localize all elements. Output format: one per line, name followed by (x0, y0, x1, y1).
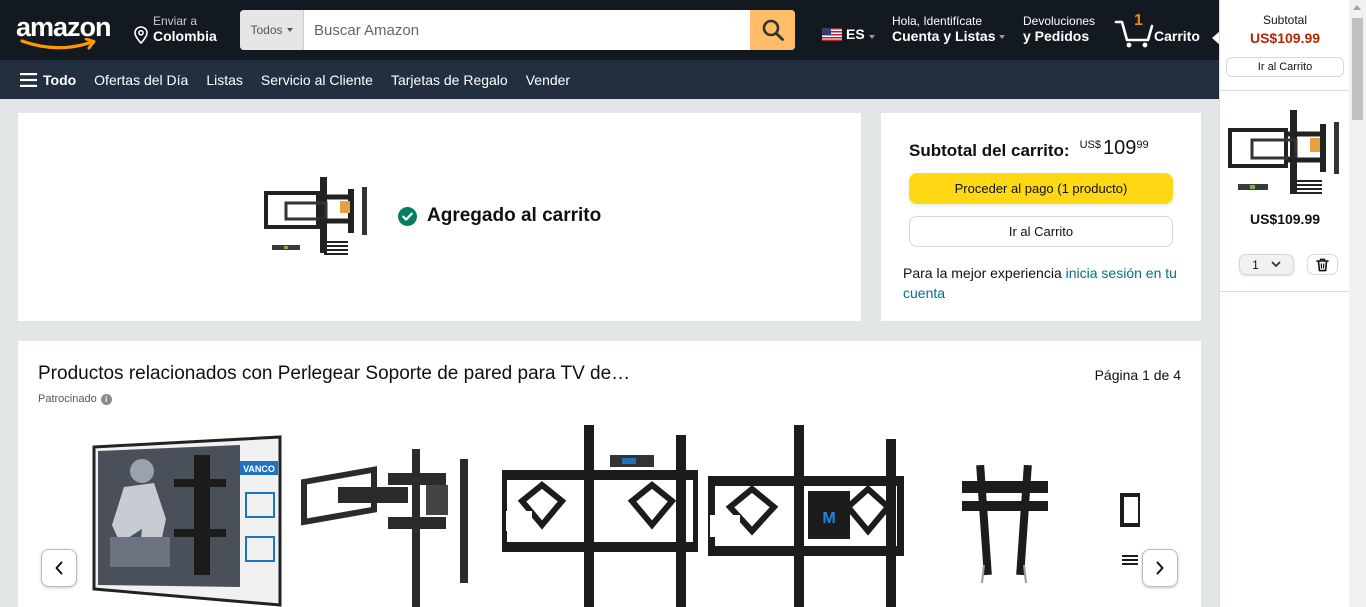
sponsored-label[interactable]: Patrocinado i (38, 393, 112, 405)
info-icon: i (100, 393, 112, 405)
check-circle-icon (398, 206, 417, 226)
svg-text:M: M (822, 510, 835, 527)
flyout-go-to-cart-button[interactable]: Ir al Carrito (1226, 57, 1344, 77)
brand-badge: VANCO (243, 464, 275, 474)
quantity-value: 1 (1252, 257, 1259, 272)
product-card[interactable] (1118, 425, 1140, 607)
chevron-right-icon (1156, 561, 1164, 575)
sponsored-text: Patrocinado (38, 393, 97, 405)
price-fraction: 99 (1136, 139, 1149, 151)
product-card[interactable] (497, 425, 703, 607)
subnav-link-gift-cards[interactable]: Tarjetas de Regalo (391, 72, 508, 88)
amazon-logo[interactable]: amazon (16, 10, 118, 50)
flyout-item-price: US$109.99 (1249, 211, 1321, 227)
added-to-cart-panel: Agregado al carrito (18, 113, 861, 321)
subtotal-price: US$ 109 99 (1080, 137, 1149, 160)
deliver-label: Enviar a (153, 14, 198, 28)
us-flag-icon (822, 27, 842, 41)
product-card[interactable]: M (705, 425, 907, 607)
product-image (301, 449, 468, 607)
smile-arrow-icon (20, 38, 96, 50)
signin-prefix: Para la mejor experiencia (903, 265, 1066, 281)
flyout-product-thumbnail[interactable] (1228, 108, 1340, 200)
product-image (962, 464, 1048, 584)
delete-item-button[interactable] (1307, 254, 1338, 275)
all-menu-label: Todo (43, 71, 77, 88)
search-bar: Todos (240, 10, 795, 50)
account-lists[interactable]: Hola, Identifícate Cuenta y Listas (892, 14, 1006, 44)
proceed-to-checkout-button[interactable]: Proceder al pago (1 producto) (909, 173, 1173, 204)
subnav-link-sell[interactable]: Vender (526, 72, 570, 88)
go-to-cart-button[interactable]: Ir al Carrito (909, 216, 1173, 247)
cart-label: Carrito (1154, 28, 1200, 44)
product-card[interactable]: VANCO (90, 425, 284, 607)
caret-down-icon (999, 35, 1006, 39)
subtotal-line: Subtotal del carrito: US$ 109 99 (909, 137, 1149, 161)
carousel-next-button[interactable] (1142, 549, 1178, 587)
product-image (1120, 493, 1140, 565)
product-image (497, 425, 703, 607)
cart-count: 1 (1134, 12, 1143, 29)
subnav-link-deals[interactable]: Ofertas del Día (94, 72, 188, 88)
account-label: Cuenta y Listas (892, 28, 996, 44)
account-greeting: Hola, Identifícate (892, 14, 983, 28)
carousel-title: Productos relacionados con Perlegear Sop… (38, 363, 631, 384)
scrollbar-thumb[interactable] (1352, 18, 1363, 120)
quantity-select[interactable]: 1 (1239, 254, 1294, 275)
search-input[interactable] (304, 10, 750, 50)
flyout-subtotal-label: Subtotal (1262, 13, 1308, 27)
trash-icon (1316, 258, 1329, 271)
cart-flyout: Subtotal US$109.99 Ir al Carrito US$109.… (1219, 0, 1350, 607)
search-button[interactable] (750, 10, 795, 50)
search-category-label: Todos (250, 23, 283, 37)
subtotal-panel: Subtotal del carrito: US$ 109 99 Procede… (881, 113, 1201, 321)
carousel-prev-button[interactable] (41, 549, 77, 587)
deliver-country: Colombia (153, 28, 217, 44)
related-products-carousel: Productos relacionados con Perlegear Sop… (18, 341, 1201, 607)
divider (1220, 90, 1350, 91)
hamburger-icon (20, 72, 37, 87)
carousel-page-indicator: Página 1 de 4 (1094, 367, 1181, 383)
chevron-left-icon (55, 561, 63, 575)
product-card[interactable] (298, 425, 490, 607)
flyout-subtotal-value: US$109.99 (1249, 30, 1321, 46)
location-pin-icon (134, 26, 148, 44)
price-currency: US$ (1079, 139, 1101, 151)
search-category-select[interactable]: Todos (240, 10, 304, 50)
returns-label: Devoluciones (1023, 14, 1096, 28)
sub-nav: Todo Ofertas del Día Listas Servicio al … (0, 60, 1219, 99)
scroll-up-arrow-icon[interactable] (1353, 5, 1361, 10)
caret-down-icon (868, 35, 875, 39)
caret-down-icon (286, 28, 293, 32)
all-menu-button[interactable]: Todo (20, 72, 76, 88)
cart-link[interactable]: 1 Carrito (1114, 12, 1204, 48)
product-image: M (705, 425, 907, 607)
chevron-down-icon (1271, 261, 1281, 267)
price-whole: 109 (1102, 137, 1137, 159)
product-image: VANCO (92, 435, 282, 607)
returns-orders[interactable]: Devoluciones y Pedidos (1023, 14, 1095, 44)
account-label-row: Cuenta y Listas (892, 28, 1006, 44)
added-confirmation: Agregado al carrito (398, 205, 601, 227)
product-card[interactable] (958, 425, 1054, 607)
signin-note: Para la mejor experiencia inicia sesión … (903, 263, 1187, 303)
orders-label: y Pedidos (1023, 28, 1090, 44)
top-nav: amazon Enviar a Colombia Todos Buscar Am… (0, 0, 1219, 60)
language-code: ES (846, 26, 865, 42)
added-message: Agregado al carrito (427, 205, 602, 226)
divider (1220, 291, 1350, 292)
subtotal-label: Subtotal del carrito: (909, 141, 1070, 160)
subnav-link-customer-service[interactable]: Servicio al Cliente (261, 72, 373, 88)
product-thumbnail[interactable] (264, 175, 368, 259)
language-selector[interactable]: ES (822, 26, 875, 42)
subnav-link-lists[interactable]: Listas (206, 72, 243, 88)
search-icon (762, 19, 784, 41)
page-scrollbar[interactable] (1349, 0, 1366, 607)
